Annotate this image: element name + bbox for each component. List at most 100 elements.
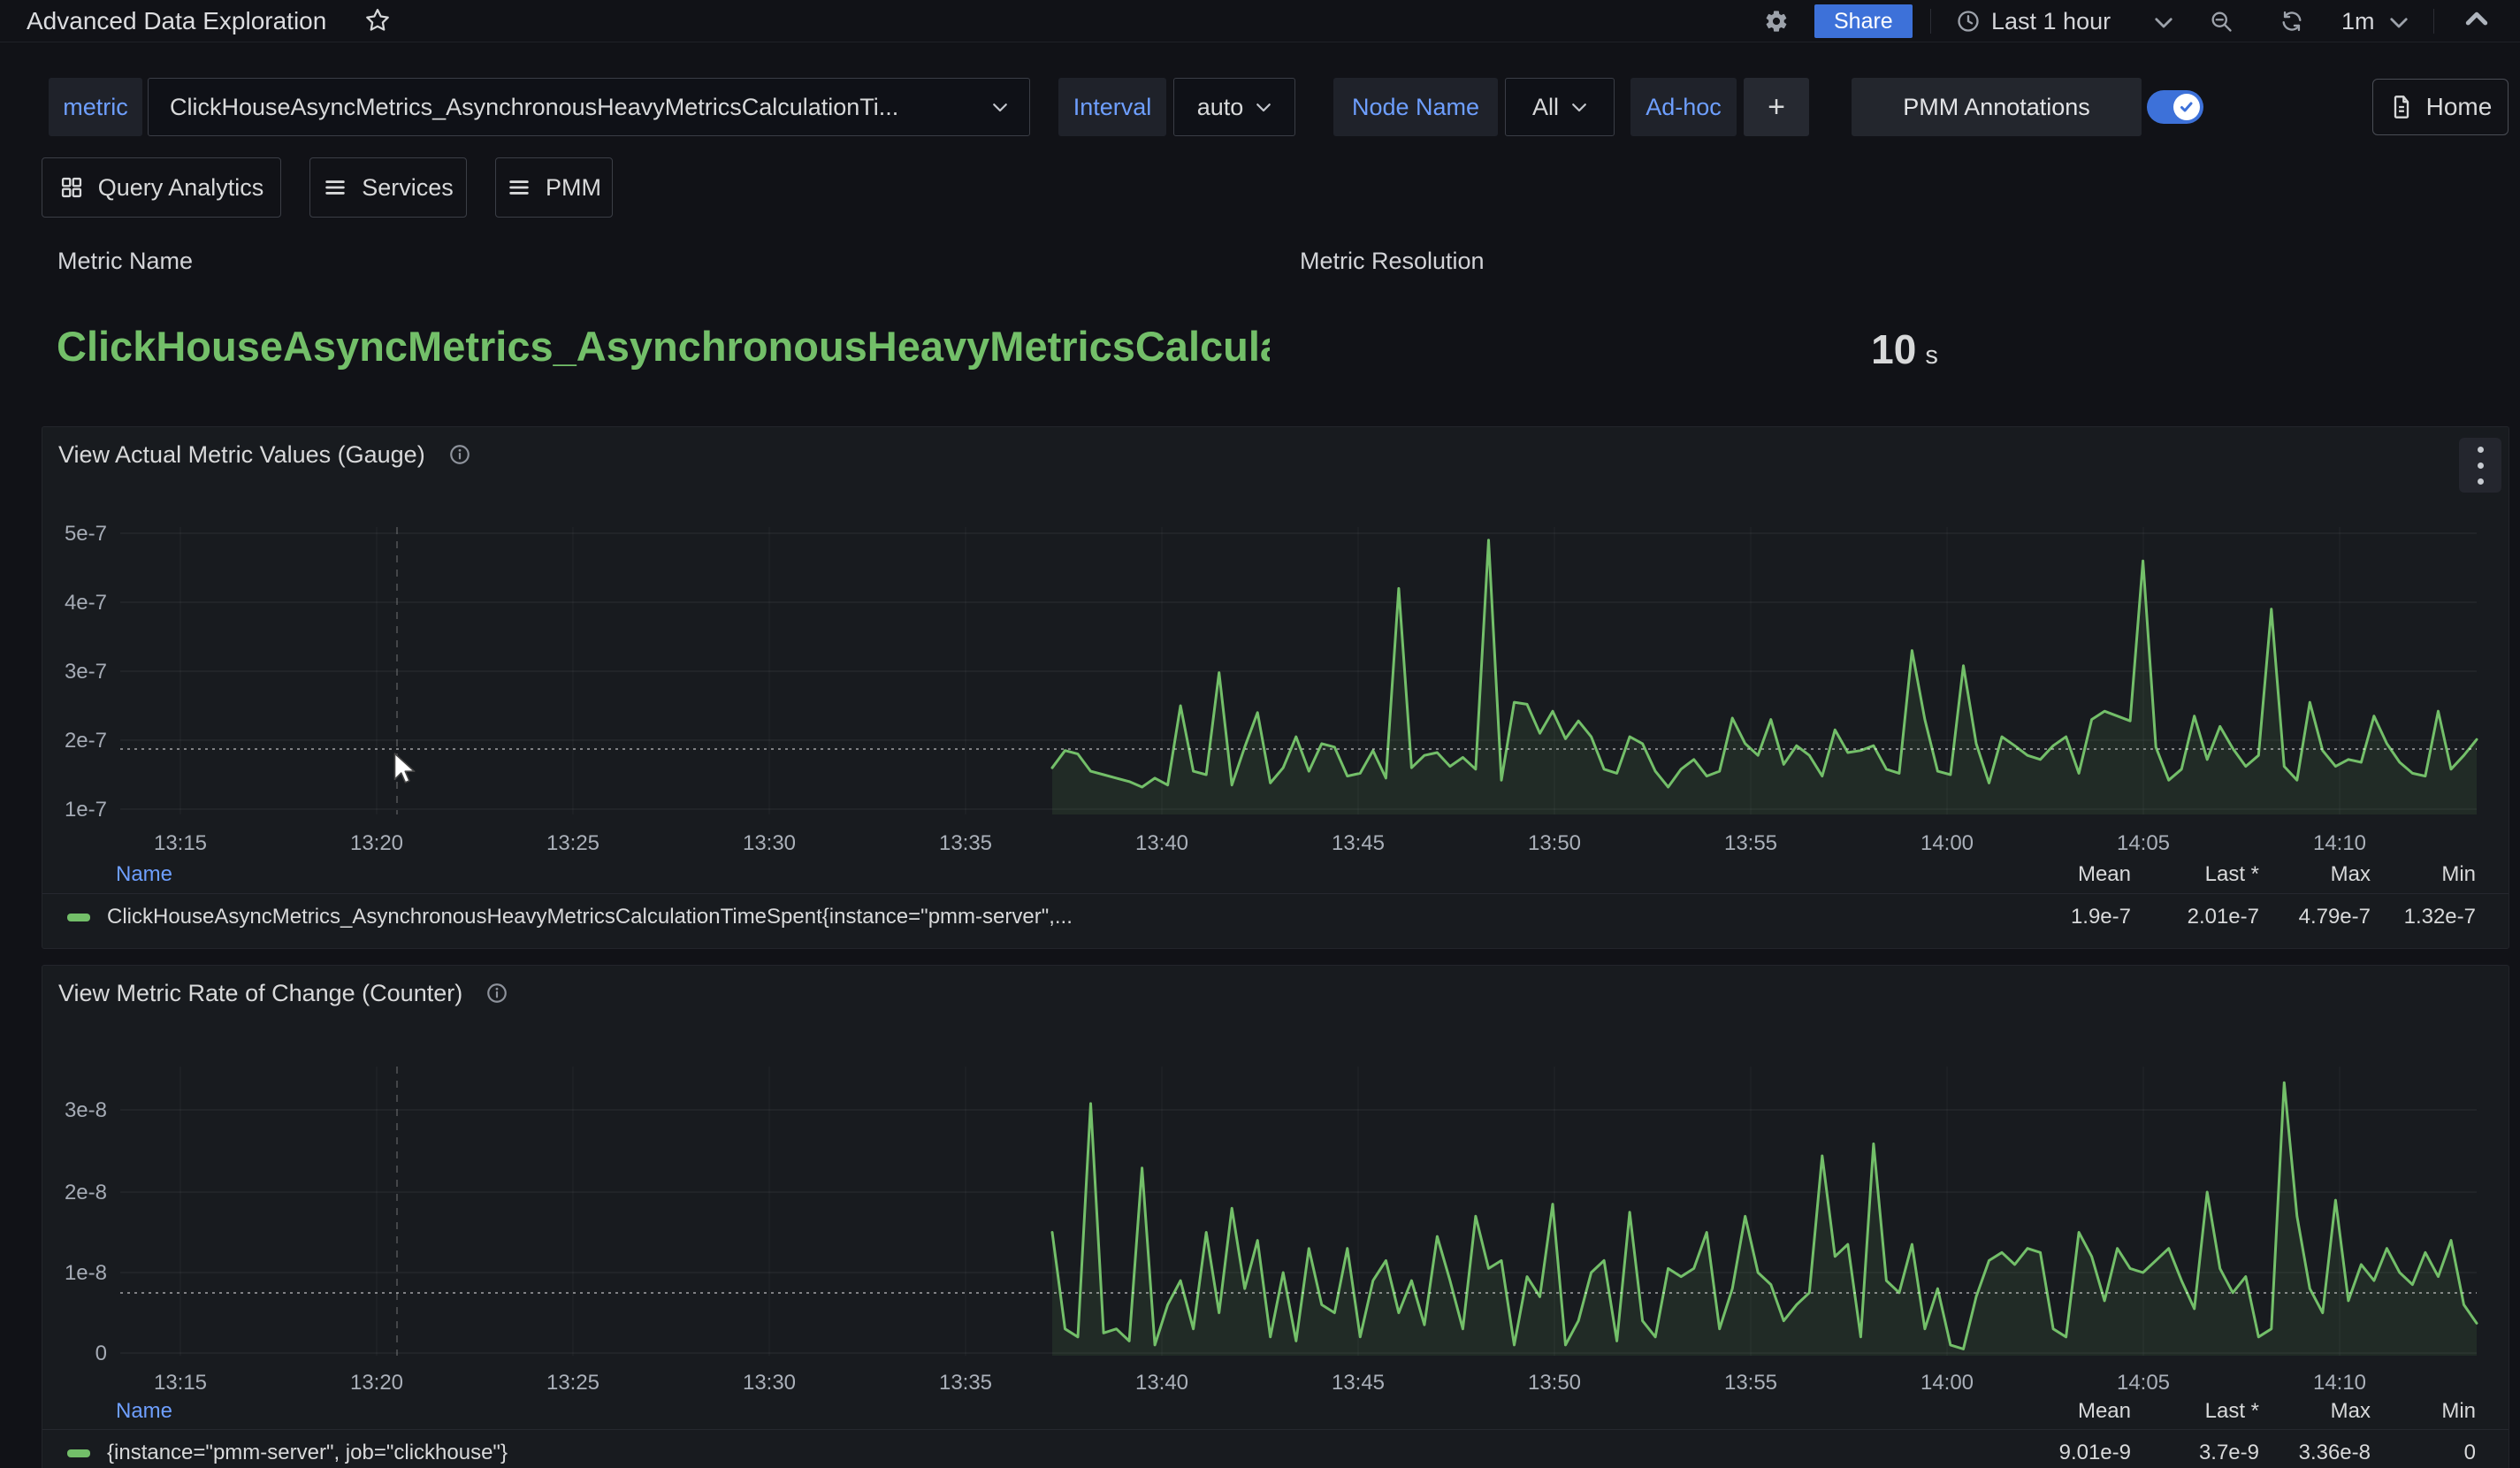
- pmm-annotations-toggle[interactable]: [2147, 90, 2203, 124]
- panel-title: View Metric Rate of Change (Counter): [58, 980, 462, 1007]
- info-icon[interactable]: [448, 443, 471, 466]
- metric-variable-label: metric: [49, 78, 142, 136]
- svg-text:14:10: 14:10: [2313, 1371, 2366, 1395]
- stat-mean: 1.9e-7: [2071, 905, 2131, 929]
- zoom-out-icon[interactable]: [2209, 9, 2234, 34]
- svg-text:3e-8: 3e-8: [65, 1098, 107, 1122]
- panel-header[interactable]: View Metric Rate of Change (Counter): [58, 966, 508, 1021]
- panel-header[interactable]: View Actual Metric Values (Gauge): [58, 427, 471, 482]
- series-label[interactable]: {instance="pmm-server", job="clickhouse"…: [107, 1441, 508, 1465]
- interval-variable-label: Interval: [1058, 78, 1166, 136]
- node-name-dropdown[interactable]: All: [1505, 78, 1615, 136]
- legend-col-max[interactable]: Max: [2331, 1399, 2371, 1424]
- chevron-up-icon[interactable]: [2465, 11, 2488, 29]
- svg-text:2e-7: 2e-7: [65, 729, 107, 753]
- svg-text:4e-7: 4e-7: [65, 591, 107, 615]
- timeseries-chart[interactable]: 13:1513:2013:2513:3013:3513:4013:4513:50…: [42, 966, 2510, 1468]
- svg-text:13:40: 13:40: [1135, 831, 1188, 855]
- panel-title: View Actual Metric Values (Gauge): [58, 441, 425, 469]
- legend-col-min[interactable]: Min: [2441, 1399, 2476, 1424]
- refresh-interval-picker[interactable]: 1m: [2341, 0, 2375, 42]
- services-button[interactable]: Services: [309, 157, 467, 218]
- divider: [42, 1429, 2509, 1430]
- svg-text:14:05: 14:05: [2117, 831, 2170, 855]
- gear-icon[interactable]: [1764, 9, 1789, 34]
- counter-panel: 13:1513:2013:2513:3013:3513:4013:4513:50…: [42, 965, 2509, 1468]
- chevron-down-icon[interactable]: [2389, 17, 2409, 29]
- stat-max: 4.79e-7: [2299, 905, 2371, 929]
- metric-name-header: Metric Name: [57, 248, 193, 275]
- panel-menu-kebab-icon[interactable]: [2459, 438, 2501, 493]
- stat-min: 0: [2464, 1441, 2476, 1465]
- svg-text:13:30: 13:30: [743, 831, 796, 855]
- interval-dropdown-value: auto: [1197, 94, 1244, 121]
- resolution-unit: s: [1925, 341, 1938, 370]
- resolution-number: 10: [1871, 326, 1916, 372]
- legend-col-last[interactable]: Last *: [2205, 862, 2259, 887]
- top-nav-bar: Advanced Data Exploration Share Last 1 h…: [0, 0, 2520, 42]
- share-button[interactable]: Share: [1814, 4, 1913, 38]
- stat-max: 3.36e-8: [2299, 1441, 2371, 1465]
- add-filter-button[interactable]: +: [1744, 78, 1809, 136]
- svg-text:13:25: 13:25: [546, 831, 599, 855]
- svg-text:13:35: 13:35: [939, 1371, 992, 1395]
- legend-col-mean[interactable]: Mean: [2078, 1399, 2131, 1424]
- svg-text:14:00: 14:00: [1921, 1371, 1974, 1395]
- menu-icon: [323, 175, 347, 200]
- svg-text:13:20: 13:20: [350, 1371, 403, 1395]
- metric-dropdown-value: ClickHouseAsyncMetrics_AsynchronousHeavy…: [170, 94, 980, 121]
- query-analytics-button[interactable]: Query Analytics: [42, 157, 281, 218]
- svg-text:13:15: 13:15: [154, 1371, 207, 1395]
- svg-text:1e-8: 1e-8: [65, 1261, 107, 1285]
- divider: [1930, 9, 1931, 34]
- dashboard-title: Advanced Data Exploration: [27, 0, 326, 42]
- time-range-picker[interactable]: Last 1 hour: [1991, 0, 2111, 42]
- legend-col-name[interactable]: Name: [116, 1399, 172, 1424]
- legend-col-name[interactable]: Name: [116, 862, 172, 887]
- svg-text:13:15: 13:15: [154, 831, 207, 855]
- svg-text:13:50: 13:50: [1528, 1371, 1581, 1395]
- chevron-down-icon[interactable]: [2154, 17, 2173, 29]
- home-button[interactable]: Home: [2372, 79, 2509, 135]
- divider: [2433, 9, 2434, 34]
- timeseries-chart[interactable]: 13:15 13:20 13:25 13:30 13:35 13:40 13:45 13:50…: [42, 427, 2510, 950]
- star-icon[interactable]: [364, 7, 391, 34]
- svg-text:5e-7: 5e-7: [65, 522, 107, 546]
- node-name-dropdown-value: All: [1532, 94, 1559, 121]
- legend-col-max[interactable]: Max: [2331, 862, 2371, 887]
- svg-text:14:05: 14:05: [2117, 1371, 2170, 1395]
- svg-text:3e-7: 3e-7: [65, 660, 107, 684]
- svg-text:14:10: 14:10: [2313, 831, 2366, 855]
- legend-row[interactable]: {instance="pmm-server", job="clickhouse"…: [42, 1431, 2509, 1468]
- home-button-label: Home: [2426, 93, 2493, 121]
- legend-col-mean[interactable]: Mean: [2078, 862, 2131, 887]
- svg-text:13:35: 13:35: [939, 831, 992, 855]
- svg-text:13:40: 13:40: [1135, 1371, 1188, 1395]
- info-icon[interactable]: [485, 982, 508, 1005]
- pmm-button[interactable]: PMM: [495, 157, 613, 218]
- interval-dropdown[interactable]: auto: [1173, 78, 1295, 136]
- metric-dropdown[interactable]: ClickHouseAsyncMetrics_AsynchronousHeavy…: [148, 78, 1030, 136]
- chevron-down-icon: [1256, 103, 1271, 112]
- svg-text:2e-8: 2e-8: [65, 1181, 107, 1204]
- legend-row[interactable]: ClickHouseAsyncMetrics_AsynchronousHeavy…: [42, 895, 2509, 939]
- menu-icon: [507, 175, 531, 200]
- mouse-cursor: [392, 753, 416, 786]
- query-analytics-label: Query Analytics: [98, 174, 264, 202]
- svg-text:13:20: 13:20: [350, 831, 403, 855]
- metric-resolution-header: Metric Resolution: [1300, 248, 1485, 275]
- gauge-panel: 13:15 13:20 13:25 13:30 13:35 13:40 13:45 13:50…: [42, 426, 2509, 949]
- services-label: Services: [362, 174, 454, 202]
- divider: [42, 893, 2509, 894]
- stat-min: 1.32e-7: [2404, 905, 2476, 929]
- node-name-variable-label: Node Name: [1333, 78, 1498, 136]
- refresh-icon[interactable]: [2279, 9, 2304, 34]
- svg-text:13:30: 13:30: [743, 1371, 796, 1395]
- legend-col-min[interactable]: Min: [2441, 862, 2476, 887]
- svg-text:13:50: 13:50: [1528, 831, 1581, 855]
- legend-col-last[interactable]: Last *: [2205, 1399, 2259, 1424]
- svg-text:13:45: 13:45: [1332, 831, 1385, 855]
- pmm-label: PMM: [546, 174, 601, 202]
- series-label[interactable]: ClickHouseAsyncMetrics_AsynchronousHeavy…: [107, 905, 1073, 929]
- svg-text:13:45: 13:45: [1332, 1371, 1385, 1395]
